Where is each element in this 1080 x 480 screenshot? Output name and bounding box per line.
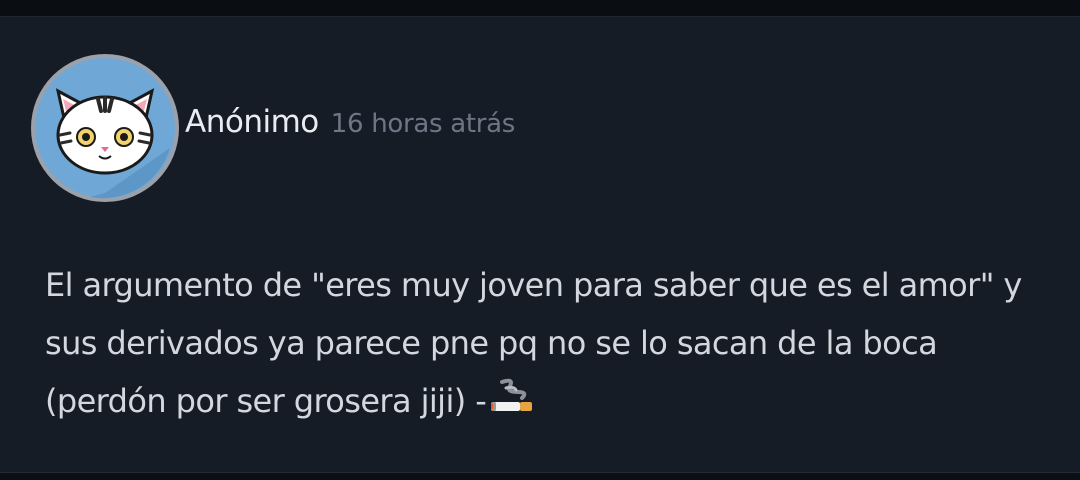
avatar[interactable] [30,53,180,203]
post-message: El argumento de "eres muy joven para sab… [45,256,1055,430]
top-divider [0,0,1080,17]
post-header: Anónimo 16 horas atrás [185,104,515,148]
message-line: (perdón por ser grosera jiji) - [45,372,1055,430]
message-line: sus derivados ya parece pne pq no se lo … [45,324,938,362]
message-line: El argumento de "eres muy joven para sab… [45,266,1022,304]
cat-face-icon [55,88,155,175]
post-timestamp: 16 horas atrás [330,109,516,139]
cigarette-icon [491,378,533,411]
author-name[interactable]: Anónimo [185,104,319,140]
